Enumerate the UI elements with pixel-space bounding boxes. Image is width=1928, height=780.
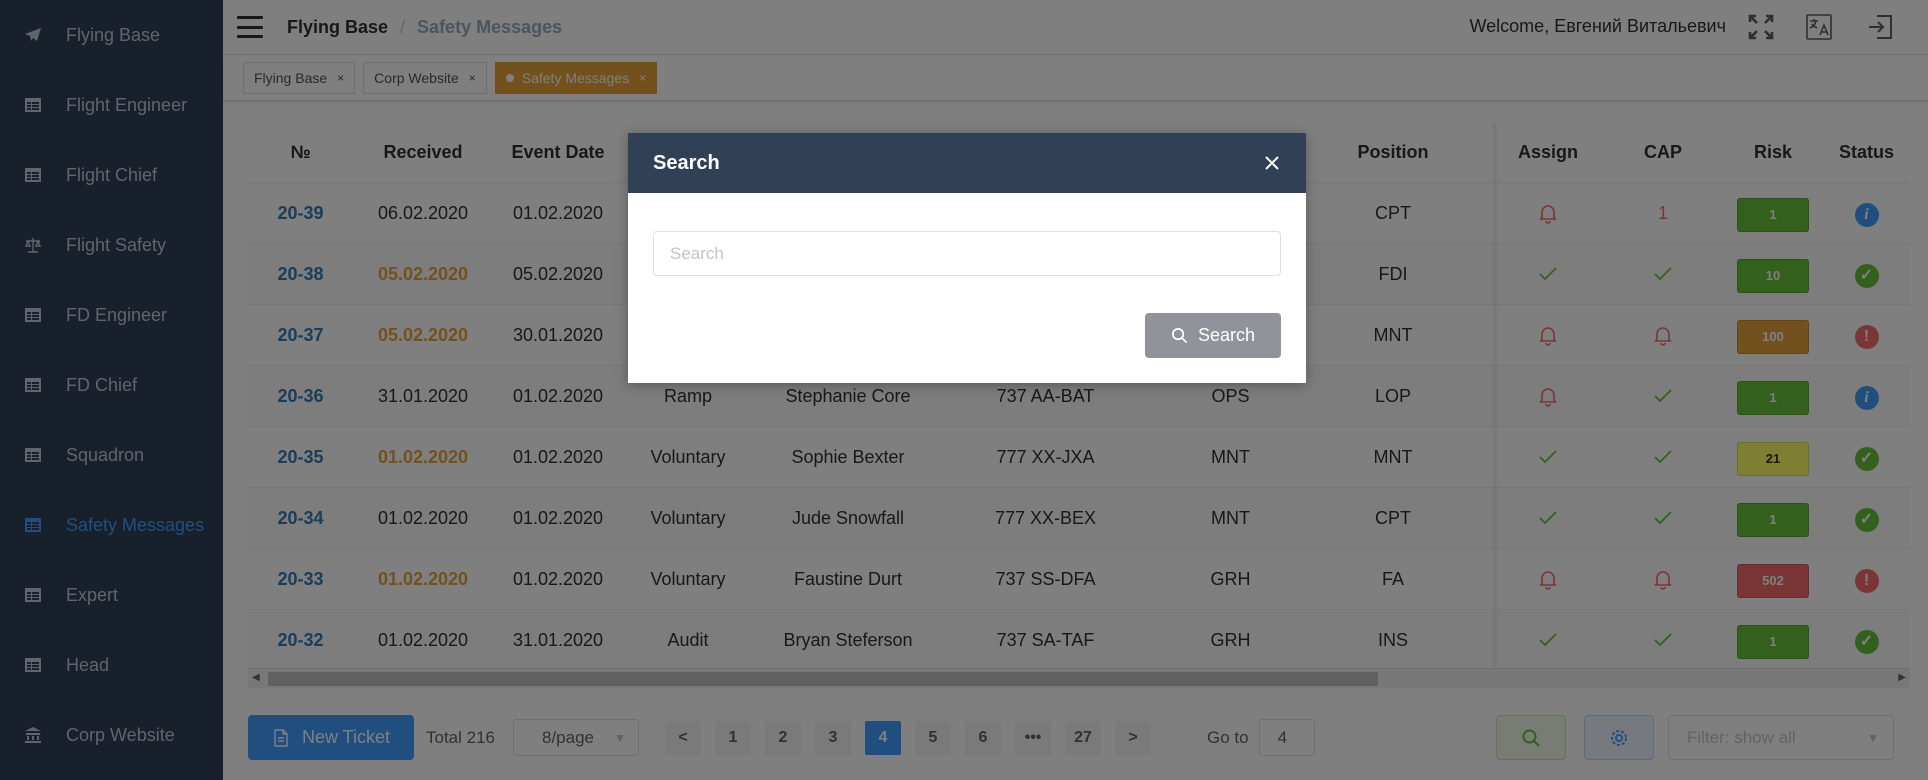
dialog-header: Search (628, 133, 1306, 193)
dialog-title: Search (653, 151, 720, 174)
modal-overlay[interactable] (0, 0, 1928, 780)
search-button[interactable]: Search (1145, 313, 1281, 358)
search-button-label: Search (1197, 325, 1256, 345)
close-icon[interactable] (1262, 153, 1282, 173)
search-input[interactable] (653, 231, 1281, 276)
search-icon (1172, 328, 1188, 344)
search-dialog: Search Search (628, 133, 1306, 383)
